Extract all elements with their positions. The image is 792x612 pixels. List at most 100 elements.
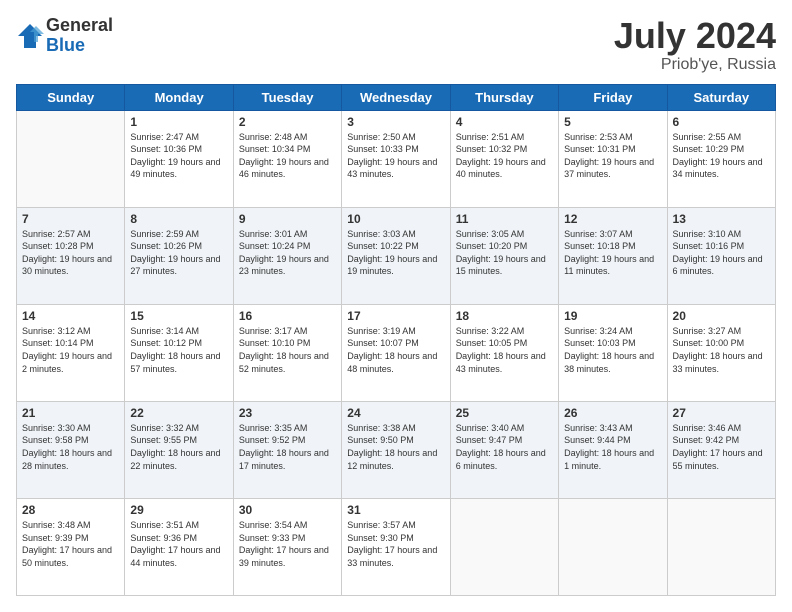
calendar-day-cell: 12 Sunrise: 3:07 AM Sunset: 10:18 PM Dayl… [559,207,667,304]
calendar-page: General Blue July 2024 Priob'ye, Russia … [0,0,792,612]
day-info: Sunrise: 3:22 AM Sunset: 10:05 PM Daylig… [456,325,553,375]
calendar-week-row: 14 Sunrise: 3:12 AM Sunset: 10:14 PM Dayl… [17,304,776,401]
day-number: 22 [130,406,227,420]
col-wednesday: Wednesday [342,84,450,110]
day-info: Sunrise: 2:57 AM Sunset: 10:28 PM Daylig… [22,228,119,278]
header-row: Sunday Monday Tuesday Wednesday Thursday… [17,84,776,110]
calendar-day-cell: 10 Sunrise: 3:03 AM Sunset: 10:22 PM Dayl… [342,207,450,304]
day-number: 3 [347,115,444,129]
day-number: 11 [456,212,553,226]
day-info: Sunrise: 3:35 AM Sunset: 9:52 PM Dayligh… [239,422,336,472]
day-info: Sunrise: 3:10 AM Sunset: 10:16 PM Daylig… [673,228,770,278]
day-number: 29 [130,503,227,517]
day-info: Sunrise: 3:14 AM Sunset: 10:12 PM Daylig… [130,325,227,375]
title-month: July 2024 [614,16,776,56]
day-info: Sunrise: 3:32 AM Sunset: 9:55 PM Dayligh… [130,422,227,472]
day-number: 20 [673,309,770,323]
day-info: Sunrise: 3:27 AM Sunset: 10:00 PM Daylig… [673,325,770,375]
calendar-table: Sunday Monday Tuesday Wednesday Thursday… [16,84,776,596]
day-info: Sunrise: 3:54 AM Sunset: 9:33 PM Dayligh… [239,519,336,569]
day-number: 5 [564,115,661,129]
day-info: Sunrise: 2:59 AM Sunset: 10:26 PM Daylig… [130,228,227,278]
calendar-day-cell: 23Sunrise: 3:35 AM Sunset: 9:52 PM Dayli… [233,401,341,498]
calendar-day-cell: 14 Sunrise: 3:12 AM Sunset: 10:14 PM Dayl… [17,304,125,401]
calendar-day-cell [667,498,775,595]
calendar-day-cell: 15 Sunrise: 3:14 AM Sunset: 10:12 PM Dayl… [125,304,233,401]
day-info: Sunrise: 2:50 AM Sunset: 10:33 PM Daylig… [347,131,444,181]
col-friday: Friday [559,84,667,110]
day-info: Sunrise: 3:17 AM Sunset: 10:10 PM Daylig… [239,325,336,375]
day-number: 19 [564,309,661,323]
calendar-day-cell: 30Sunrise: 3:54 AM Sunset: 9:33 PM Dayli… [233,498,341,595]
col-monday: Monday [125,84,233,110]
day-number: 10 [347,212,444,226]
logo-text: General Blue [46,16,113,56]
day-info: Sunrise: 3:03 AM Sunset: 10:22 PM Daylig… [347,228,444,278]
col-sunday: Sunday [17,84,125,110]
day-number: 24 [347,406,444,420]
day-number: 2 [239,115,336,129]
calendar-day-cell: 1Sunrise: 2:47 AM Sunset: 10:36 PM Dayli… [125,110,233,207]
calendar-day-cell: 17 Sunrise: 3:19 AM Sunset: 10:07 PM Dayl… [342,304,450,401]
day-number: 16 [239,309,336,323]
day-info: Sunrise: 2:51 AM Sunset: 10:32 PM Daylig… [456,131,553,181]
day-number: 15 [130,309,227,323]
day-info: Sunrise: 2:55 AM Sunset: 10:29 PM Daylig… [673,131,770,181]
day-info: Sunrise: 3:38 AM Sunset: 9:50 PM Dayligh… [347,422,444,472]
calendar-day-cell: 9Sunrise: 3:01 AM Sunset: 10:24 PM Dayli… [233,207,341,304]
calendar-day-cell: 6Sunrise: 2:55 AM Sunset: 10:29 PM Dayli… [667,110,775,207]
calendar-day-cell: 26Sunrise: 3:43 AM Sunset: 9:44 PM Dayli… [559,401,667,498]
calendar-day-cell: 29Sunrise: 3:51 AM Sunset: 9:36 PM Dayli… [125,498,233,595]
calendar-day-cell: 25Sunrise: 3:40 AM Sunset: 9:47 PM Dayli… [450,401,558,498]
day-info: Sunrise: 3:07 AM Sunset: 10:18 PM Daylig… [564,228,661,278]
calendar-day-cell: 24 Sunrise: 3:38 AM Sunset: 9:50 PM Dayli… [342,401,450,498]
logo-general: General [46,16,113,36]
day-info: Sunrise: 3:48 AM Sunset: 9:39 PM Dayligh… [22,519,119,569]
col-thursday: Thursday [450,84,558,110]
calendar-day-cell: 31 Sunrise: 3:57 AM Sunset: 9:30 PM Dayli… [342,498,450,595]
day-number: 25 [456,406,553,420]
day-info: Sunrise: 2:48 AM Sunset: 10:34 PM Daylig… [239,131,336,181]
calendar-day-cell [559,498,667,595]
calendar-day-cell: 27Sunrise: 3:46 AM Sunset: 9:42 PM Dayli… [667,401,775,498]
day-info: Sunrise: 3:19 AM Sunset: 10:07 PM Daylig… [347,325,444,375]
logo-blue: Blue [46,36,113,56]
calendar-day-cell: 5Sunrise: 2:53 AM Sunset: 10:31 PM Dayli… [559,110,667,207]
logo-icon [16,22,44,50]
calendar-day-cell: 22 Sunrise: 3:32 AM Sunset: 9:55 PM Dayli… [125,401,233,498]
calendar-day-cell: 16 Sunrise: 3:17 AM Sunset: 10:10 PM Dayl… [233,304,341,401]
day-info: Sunrise: 3:01 AM Sunset: 10:24 PM Daylig… [239,228,336,278]
day-number: 26 [564,406,661,420]
col-tuesday: Tuesday [233,84,341,110]
title-location: Priob'ye, Russia [614,56,776,74]
calendar-day-cell: 28 Sunrise: 3:48 AM Sunset: 9:39 PM Dayli… [17,498,125,595]
day-info: Sunrise: 2:47 AM Sunset: 10:36 PM Daylig… [130,131,227,181]
day-info: Sunrise: 3:30 AM Sunset: 9:58 PM Dayligh… [22,422,119,472]
calendar-day-cell: 19 Sunrise: 3:24 AM Sunset: 10:03 PM Dayl… [559,304,667,401]
calendar-day-cell: 7Sunrise: 2:57 AM Sunset: 10:28 PM Dayli… [17,207,125,304]
logo: General Blue [16,16,113,56]
calendar-day-cell: 21Sunrise: 3:30 AM Sunset: 9:58 PM Dayli… [17,401,125,498]
day-info: Sunrise: 3:46 AM Sunset: 9:42 PM Dayligh… [673,422,770,472]
calendar-week-row: 28 Sunrise: 3:48 AM Sunset: 9:39 PM Dayli… [17,498,776,595]
calendar-day-cell [17,110,125,207]
title-block: July 2024 Priob'ye, Russia [614,16,776,74]
day-number: 4 [456,115,553,129]
day-number: 17 [347,309,444,323]
day-info: Sunrise: 3:24 AM Sunset: 10:03 PM Daylig… [564,325,661,375]
day-info: Sunrise: 3:12 AM Sunset: 10:14 PM Daylig… [22,325,119,375]
calendar-day-cell: 13Sunrise: 3:10 AM Sunset: 10:16 PM Dayl… [667,207,775,304]
calendar-day-cell: 20 Sunrise: 3:27 AM Sunset: 10:00 PM Dayl… [667,304,775,401]
calendar-week-row: 7Sunrise: 2:57 AM Sunset: 10:28 PM Dayli… [17,207,776,304]
calendar-week-row: 21Sunrise: 3:30 AM Sunset: 9:58 PM Dayli… [17,401,776,498]
calendar-day-cell: 2 Sunrise: 2:48 AM Sunset: 10:34 PM Dayli… [233,110,341,207]
calendar-day-cell: 4 Sunrise: 2:51 AM Sunset: 10:32 PM Dayli… [450,110,558,207]
day-number: 14 [22,309,119,323]
day-info: Sunrise: 3:57 AM Sunset: 9:30 PM Dayligh… [347,519,444,569]
day-number: 28 [22,503,119,517]
day-info: Sunrise: 3:05 AM Sunset: 10:20 PM Daylig… [456,228,553,278]
day-number: 31 [347,503,444,517]
calendar-day-cell: 3 Sunrise: 2:50 AM Sunset: 10:33 PM Dayli… [342,110,450,207]
calendar-day-cell: 18Sunrise: 3:22 AM Sunset: 10:05 PM Dayl… [450,304,558,401]
day-number: 12 [564,212,661,226]
